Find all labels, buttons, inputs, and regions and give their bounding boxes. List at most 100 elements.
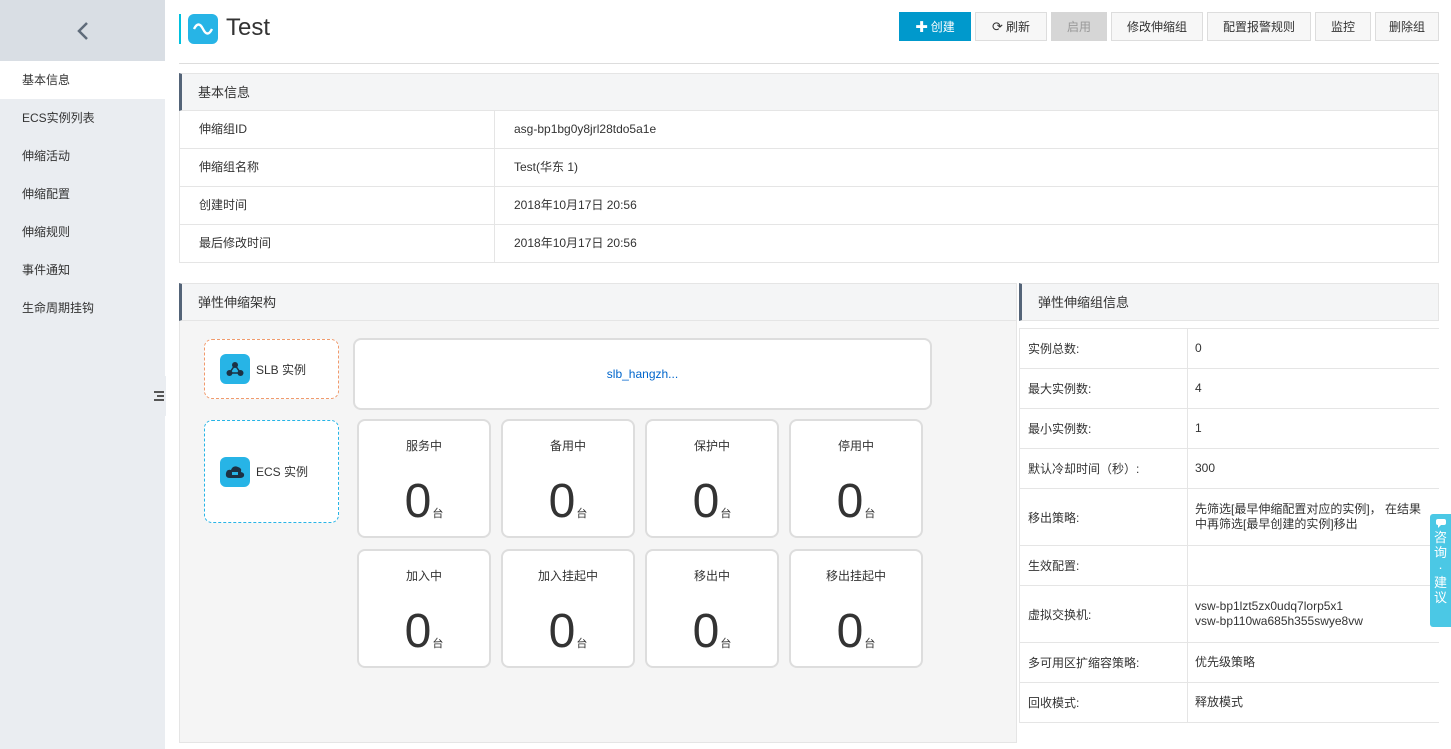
back-button[interactable] — [0, 0, 165, 61]
field-value: 0 — [1188, 329, 1439, 368]
field-label: 实例总数: — [1020, 329, 1188, 368]
feedback-icon — [1435, 519, 1446, 528]
state-label: 保护中 — [693, 439, 730, 453]
feedback-tab-char: 议 — [1433, 590, 1447, 605]
field-label: 最大实例数: — [1020, 369, 1188, 408]
table-row: 最小实例数: 1 — [1019, 409, 1439, 449]
chevron-left-icon — [76, 21, 88, 40]
state-card[interactable]: 备用中 0台 — [501, 419, 635, 538]
sidebar-item[interactable]: 基本信息 — [0, 61, 165, 99]
state-label: 备用中 — [549, 439, 586, 453]
state-count-value: 0 — [692, 605, 720, 658]
sidebar-collapse-handle[interactable] — [152, 376, 166, 416]
state-count: 0台 — [503, 608, 633, 656]
state-label: 服务中 — [405, 439, 442, 453]
state-card[interactable]: 服务中 0台 — [357, 419, 491, 538]
plus-icon: ✚ — [915, 18, 928, 36]
field-value: 先筛选[最早伸缩配置对应的实例]， 在结果 中再筛选[最早创建的实例]移出 — [1188, 489, 1439, 545]
unit-label: 台 — [864, 508, 876, 520]
table-row: 实例总数: 0 — [1019, 329, 1439, 369]
field-label: 多可用区扩缩容策略: — [1020, 643, 1188, 682]
field-value-line: vsw-bp110wa685h355swye8vw — [1195, 614, 1363, 628]
field-label: 回收模式: — [1020, 683, 1188, 722]
table-row: 伸缩组ID asg-bp1bg0y8jrl28tdo5a1e — [179, 111, 1439, 149]
ecs-label: ECS 实例 — [256, 465, 309, 479]
slb-name-link[interactable]: slb_hangzh... — [353, 338, 932, 410]
field-label: 最后修改时间 — [180, 225, 495, 262]
table-row: 虚拟交换机: vsw-bp1lzt5zx0udq7lorp5x1 vsw-bp110… — [1019, 586, 1439, 643]
field-value: asg-bp1bg0y8jrl28tdo5a1e — [514, 122, 657, 136]
state-card[interactable]: 移出挂起中 0台 — [789, 549, 923, 668]
state-count-value: 0 — [836, 605, 864, 658]
state-count-value: 0 — [404, 475, 432, 528]
field-value-line: 先筛选[最早伸缩配置对应的实例]， 在结果 — [1195, 502, 1422, 516]
feedback-tab-char: 咨 — [1433, 530, 1447, 545]
state-card[interactable]: 加入中 0台 — [357, 549, 491, 668]
field-value — [1188, 546, 1439, 585]
unit-label: 台 — [864, 638, 876, 650]
sidebar-item[interactable]: ECS实例列表 — [0, 99, 165, 137]
table-row: 创建时间 2018年10月17日 20:56 — [179, 187, 1439, 225]
monitor-button[interactable]: 监控 — [1315, 12, 1371, 41]
slb-icon — [220, 354, 250, 384]
main-content: Test ✚ 创建 ⟳ 刷新 启用 修改伸缩组 配置报警规则 监控 删除组 基本… — [179, 0, 1439, 749]
feedback-tab-char: 询 — [1433, 545, 1447, 560]
unit-label: 台 — [432, 508, 444, 520]
ecs-icon — [220, 456, 250, 487]
state-card[interactable]: 加入挂起中 0台 — [501, 549, 635, 668]
sidebar-item[interactable]: 生命周期挂钩 — [0, 289, 165, 327]
state-count: 0台 — [503, 478, 633, 526]
sidebar-item[interactable]: 事件通知 — [0, 251, 165, 289]
field-value-line: 释放模式 — [1195, 695, 1244, 709]
field-value-line: vsw-bp1lzt5zx0udq7lorp5x1 — [1195, 599, 1344, 613]
field-value: 300 — [1188, 449, 1439, 488]
sidebar-item[interactable]: 伸缩活动 — [0, 137, 165, 175]
table-row: 伸缩组名称 Test(华东 1) — [179, 149, 1439, 187]
state-label: 移出中 — [693, 569, 730, 583]
table-row: 回收模式: 释放模式 — [1019, 683, 1439, 723]
state-count-value: 0 — [404, 605, 432, 658]
field-value-line: 0 — [1195, 341, 1202, 355]
field-value: vsw-bp1lzt5zx0udq7lorp5x1 vsw-bp110wa685h… — [1188, 586, 1439, 642]
enable-button[interactable]: 启用 — [1051, 12, 1107, 41]
state-card[interactable]: 保护中 0台 — [645, 419, 779, 538]
table-row: 移出策略: 先筛选[最早伸缩配置对应的实例]， 在结果 中再筛选[最早创建的实例]移… — [1019, 489, 1439, 546]
section-title: 弹性伸缩架构 — [179, 283, 1017, 321]
field-label: 最小实例数: — [1020, 409, 1188, 448]
field-label: 伸缩组ID — [180, 111, 495, 148]
delete-group-button[interactable]: 删除组 — [1375, 12, 1439, 41]
field-value: Test(华东 1) — [514, 160, 579, 174]
sidebar-item[interactable]: 伸缩规则 — [0, 213, 165, 251]
state-count: 0台 — [647, 608, 777, 656]
state-count: 0台 — [647, 478, 777, 526]
state-count-value: 0 — [548, 605, 576, 658]
field-label: 移出策略: — [1020, 489, 1188, 545]
sidebar-item[interactable]: 伸缩配置 — [0, 175, 165, 213]
state-count-value: 0 — [836, 475, 864, 528]
menu-toggle-icon — [154, 391, 164, 401]
section-title: 基本信息 — [179, 73, 1439, 111]
field-label: 默认冷却时间（秒）: — [1020, 449, 1188, 488]
refresh-button[interactable]: ⟳ 刷新 — [975, 12, 1047, 41]
field-value-line: 4 — [1195, 381, 1202, 395]
create-button[interactable]: ✚ 创建 — [899, 12, 971, 41]
state-label: 加入中 — [405, 569, 442, 583]
feedback-tab[interactable]: 咨询 · 建议 — [1430, 514, 1451, 627]
field-value-line: 1 — [1195, 421, 1202, 435]
state-card[interactable]: 移出中 0台 — [645, 549, 779, 668]
field-label: 生效配置: — [1020, 546, 1188, 585]
architecture-panel: SLB 实例 ECS 实例 slb_hangzh... 服务中 0台 备用中 0台 保护… — [179, 321, 1017, 743]
state-count-value: 0 — [692, 475, 720, 528]
field-value: 1 — [1188, 409, 1439, 448]
ecs-instance-box: ECS 实例 — [204, 420, 339, 523]
state-card[interactable]: 停用中 0台 — [789, 419, 923, 538]
state-count: 0台 — [791, 608, 921, 656]
alarm-rule-button[interactable]: 配置报警规则 — [1207, 12, 1311, 41]
unit-label: 台 — [720, 508, 732, 520]
page-header: Test ✚ 创建 ⟳ 刷新 启用 修改伸缩组 配置报警规则 监控 删除组 — [179, 0, 1439, 64]
slb-instance-box: SLB 实例 — [204, 339, 339, 399]
field-label: 伸缩组名称 — [180, 149, 495, 186]
modify-group-button[interactable]: 修改伸缩组 — [1111, 12, 1203, 41]
field-value-line: 中再筛选[最早创建的实例]移出 — [1195, 517, 1358, 531]
refresh-icon: ⟳ — [992, 18, 1003, 34]
